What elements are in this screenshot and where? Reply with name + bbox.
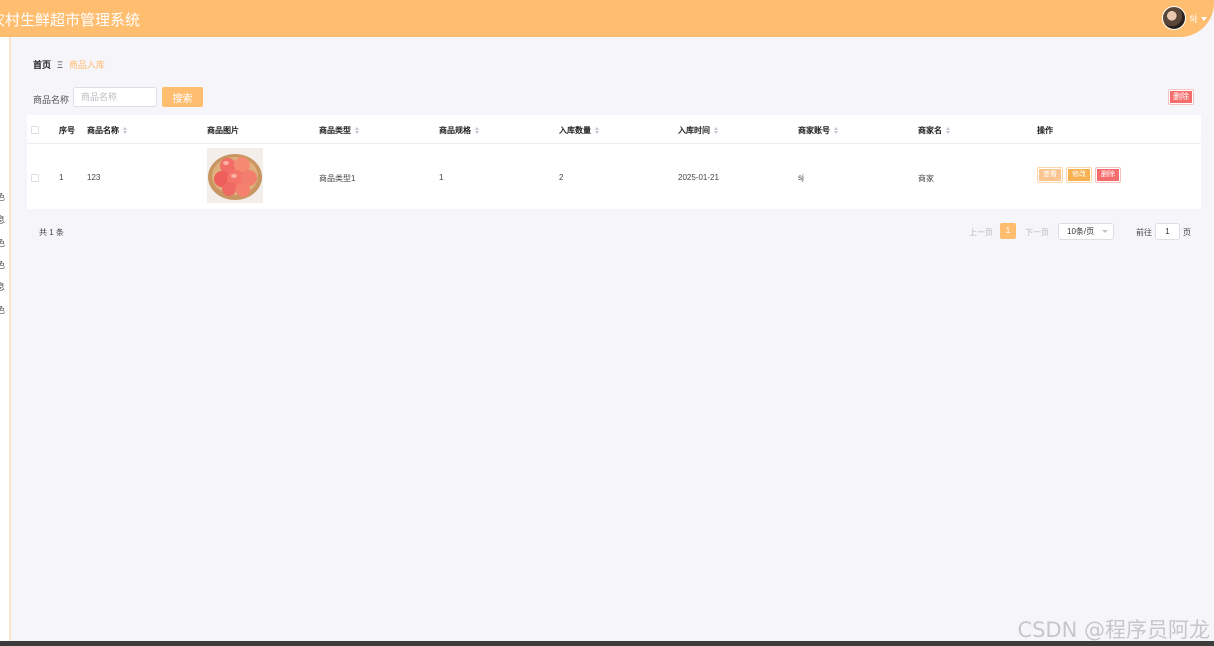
user-menu[interactable]: sj	[1161, 6, 1207, 30]
search-input[interactable]	[73, 87, 157, 107]
chevron-down-icon	[1102, 230, 1108, 233]
data-table: 序号 商品名称 商品图片 商品类型 商品规格 入库数量 入库时间 商家账号 商家…	[27, 115, 1201, 209]
page-unit-label: 页	[1183, 228, 1191, 237]
sort-icon	[355, 127, 359, 134]
sidebar-item[interactable]: 色	[0, 258, 9, 271]
column-header-quantity[interactable]: 入库数量	[559, 125, 599, 136]
breadcrumb-current: 商品入库	[68, 60, 105, 70]
goto-page-input[interactable]: 1	[1155, 223, 1180, 240]
sidebar: 色 息 色 色 息 色	[0, 37, 11, 642]
breadcrumb-home[interactable]: 首页	[33, 58, 51, 71]
cell-quantity: 2	[559, 173, 564, 182]
cell-date: 2025-01-21	[678, 173, 719, 182]
edit-button[interactable]: 修改	[1066, 167, 1092, 183]
select-all-checkbox[interactable]	[31, 126, 39, 134]
sidebar-item[interactable]: 色	[0, 190, 9, 203]
batch-delete-button[interactable]: 删除	[1168, 89, 1194, 105]
column-header-index: 序号	[59, 126, 75, 135]
search-label: 商品名称	[33, 95, 70, 105]
sort-icon	[475, 127, 479, 134]
page-size-value: 10条/页	[1067, 227, 1095, 236]
username[interactable]: sj	[1190, 13, 1197, 24]
sidebar-item[interactable]: 色	[0, 236, 9, 249]
page-size-select[interactable]: 10条/页	[1058, 223, 1114, 240]
page-number-current[interactable]: 1	[1000, 223, 1016, 239]
product-image[interactable]	[207, 148, 263, 203]
batch-delete-label: 删除	[1170, 91, 1192, 103]
table-row: 1 123 商品类型1 1 2 2025-01-21 sj 商家 查看 修改 删…	[27, 144, 1201, 209]
column-header-name[interactable]: 商品名称	[87, 125, 127, 136]
watermark: CSDN @程序员阿龙	[1017, 618, 1210, 642]
search-button[interactable]: 搜索	[162, 87, 203, 107]
breadcrumb: 首页 Ξ 商品入库	[33, 58, 105, 71]
delete-button[interactable]: 删除	[1095, 167, 1121, 183]
cell-name: 123	[87, 173, 101, 182]
app-title: 农村生鲜超市管理系统	[0, 11, 141, 29]
cell-type: 商品类型1	[319, 174, 356, 183]
total-count: 共 1 条	[39, 228, 64, 237]
cell-index: 1	[59, 173, 64, 182]
column-header-spec[interactable]: 商品规格	[439, 125, 479, 136]
sort-icon	[714, 127, 718, 134]
sort-icon	[595, 127, 599, 134]
chevron-down-icon[interactable]	[1201, 17, 1207, 21]
column-header-actions: 操作	[1037, 126, 1053, 135]
cell-merchant: 商家	[918, 174, 934, 183]
column-header-type[interactable]: 商品类型	[319, 125, 359, 136]
column-header-merchant[interactable]: 商家名	[918, 125, 950, 136]
column-header-date[interactable]: 入库时间	[678, 125, 718, 136]
bottom-bar	[0, 641, 1214, 646]
cell-spec: 1	[439, 173, 444, 182]
cell-account: sj	[798, 173, 804, 182]
row-actions: 查看 修改 删除	[1037, 167, 1121, 183]
view-button[interactable]: 查看	[1037, 167, 1063, 183]
avatar[interactable]	[1161, 6, 1186, 30]
breadcrumb-separator-icon: Ξ	[57, 59, 63, 70]
prev-page-button[interactable]: 上一页	[969, 227, 993, 238]
column-header-account[interactable]: 商家账号	[798, 125, 838, 136]
sort-icon	[123, 127, 127, 134]
next-page-button[interactable]: 下一页	[1025, 227, 1049, 238]
sort-icon	[946, 127, 950, 134]
sidebar-item[interactable]: 息	[0, 213, 9, 226]
sidebar-item[interactable]: 色	[0, 303, 9, 316]
table-header: 序号 商品名称 商品图片 商品类型 商品规格 入库数量 入库时间 商家账号 商家…	[27, 115, 1201, 144]
column-header-image: 商品图片	[207, 126, 239, 135]
sort-icon	[834, 127, 838, 134]
row-checkbox[interactable]	[31, 174, 39, 182]
goto-label: 前往	[1136, 228, 1152, 237]
sidebar-item[interactable]: 息	[0, 280, 9, 293]
peach-photo-icon	[208, 154, 262, 200]
top-header: 农村生鲜超市管理系统 sj	[0, 0, 1214, 37]
